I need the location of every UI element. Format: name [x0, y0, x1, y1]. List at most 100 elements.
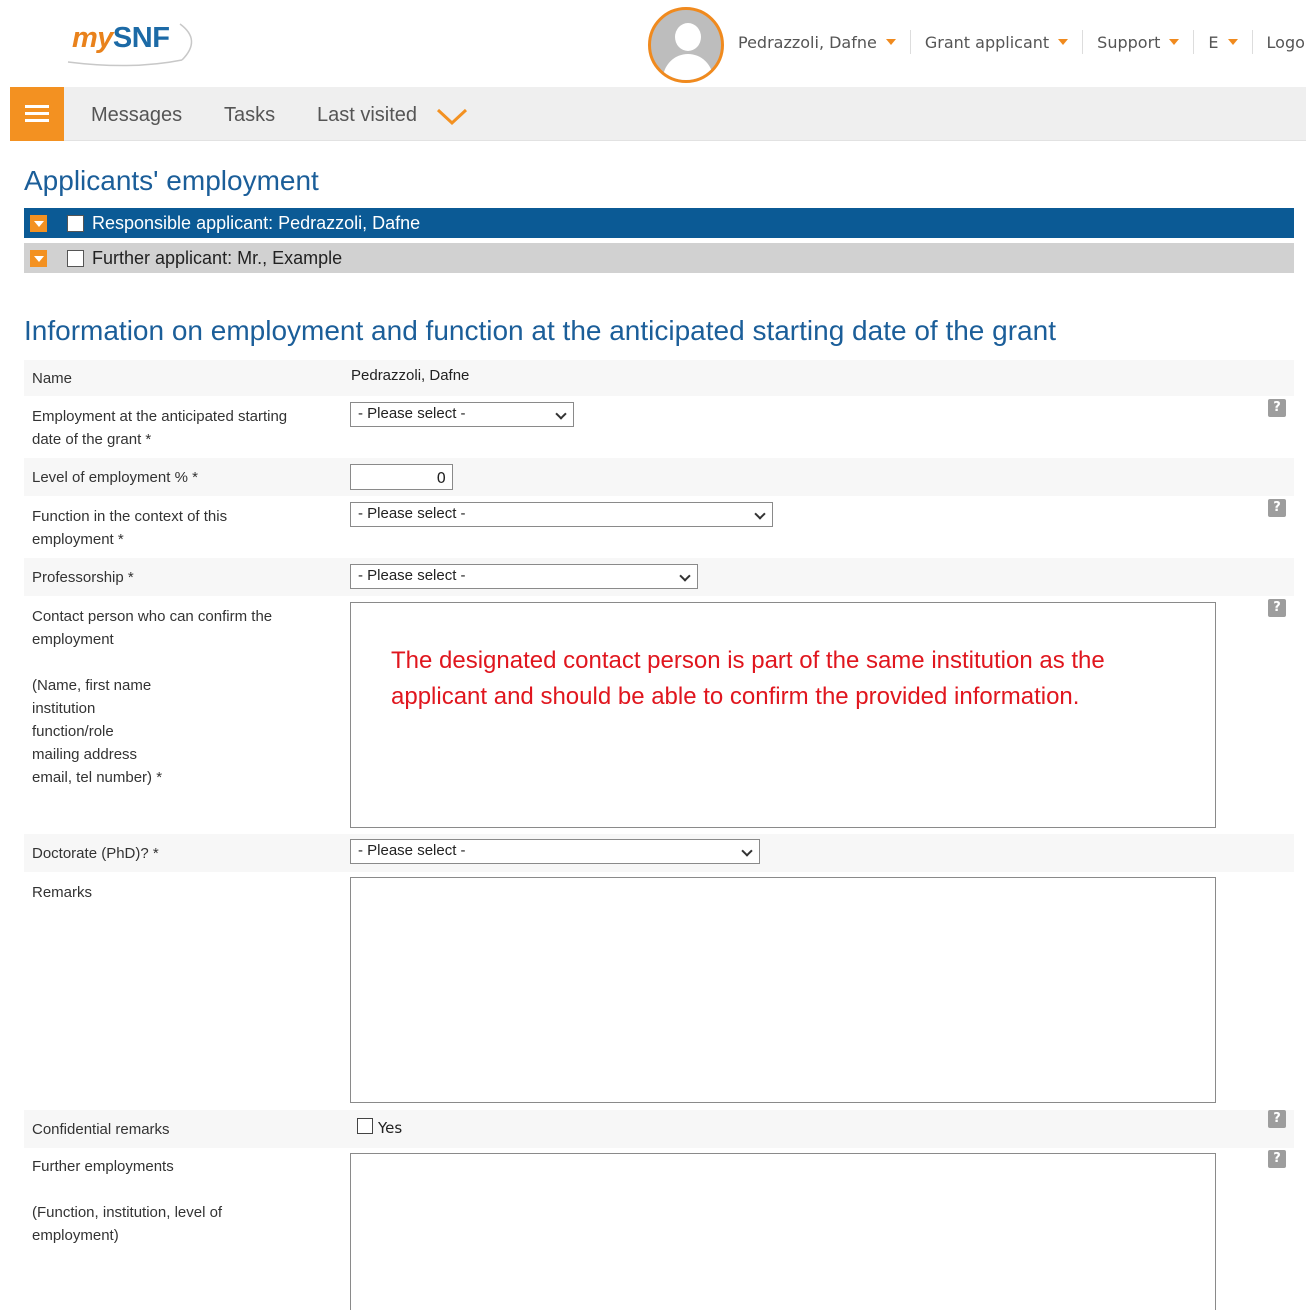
help-icon[interactable]: ?: [1268, 499, 1286, 517]
logo-snf-text: SNF: [112, 22, 170, 54]
messages-link[interactable]: Messages: [91, 104, 182, 127]
chevron-down-icon: [754, 508, 766, 520]
employment-label-line: Employment at the anticipated starting: [32, 408, 288, 425]
professorship-select-value: - Please select -: [358, 567, 466, 584]
confidential-label: Confidential remarks: [32, 1121, 170, 1138]
hamburger-line-icon: [25, 112, 49, 115]
role-menu-label: Grant applicant: [924, 32, 1050, 52]
contact-label: Contact person who can confirm the emplo…: [32, 605, 272, 789]
form-row-confidential: Confidential remarks Yes ?: [24, 1110, 1294, 1148]
top-navigation: Pedrazzoli, Dafne Grant applicant Suppor…: [724, 30, 1306, 54]
function-select[interactable]: - Please select -: [350, 502, 773, 527]
doctorate-select[interactable]: - Please select -: [350, 839, 760, 864]
logo-my-text: my: [72, 22, 113, 54]
doctorate-label: Doctorate (PhD)? *: [32, 845, 159, 862]
caret-down-icon: [1058, 39, 1069, 45]
name-value: Pedrazzoli, Dafne: [351, 367, 470, 384]
avatar-head-icon: [675, 23, 701, 51]
employment-label-line: date of the grant *: [32, 431, 152, 448]
form-row-remarks: Remarks: [24, 873, 1294, 1109]
language-menu[interactable]: E: [1194, 30, 1253, 54]
confidential-option-label[interactable]: Yes: [378, 1119, 402, 1137]
further-employments-label: Further employments (Function, instituti…: [32, 1155, 222, 1247]
function-label-line: employment *: [32, 531, 124, 548]
help-icon[interactable]: ?: [1268, 1110, 1286, 1128]
confidential-checkbox[interactable]: [357, 1118, 373, 1134]
further-employments-textarea[interactable]: [350, 1153, 1216, 1310]
level-input[interactable]: 0: [350, 464, 453, 490]
user-menu-label: Pedrazzoli, Dafne: [738, 32, 877, 52]
form-row-function: Function in the context of this employme…: [24, 497, 1294, 557]
menu-bar: Messages Tasks Last visited: [10, 87, 1306, 141]
level-label: Level of employment % *: [32, 469, 198, 486]
applicant-bar-responsible[interactable]: Responsible applicant: Pedrazzoli, Dafne: [24, 208, 1294, 238]
form-row-employment: Employment at the anticipated starting d…: [24, 397, 1294, 457]
form-row-professorship: Professorship * - Please select -: [24, 558, 1294, 596]
chevron-down-icon: [741, 845, 753, 857]
avatar[interactable]: [648, 7, 724, 83]
employment-select-value: - Please select -: [358, 405, 466, 422]
hamburger-line-icon: [25, 105, 49, 108]
role-menu[interactable]: Grant applicant: [911, 30, 1084, 54]
user-menu[interactable]: Pedrazzoli, Dafne: [724, 30, 911, 54]
applicant-label: Responsible applicant: Pedrazzoli, Dafne: [92, 212, 421, 233]
contact-label-line: (Name, first name: [32, 677, 152, 694]
professorship-label: Professorship *: [32, 569, 134, 586]
chevron-down-icon[interactable]: [436, 108, 468, 126]
contact-label-line: function/role: [32, 723, 114, 740]
applicant-bar-further[interactable]: Further applicant: Mr., Example: [24, 243, 1294, 273]
section-title: Information on employment and function a…: [24, 315, 1056, 346]
caret-down-icon: [885, 39, 896, 45]
mysnf-logo[interactable]: mySNF: [62, 14, 202, 72]
support-menu[interactable]: Support: [1083, 30, 1195, 54]
function-label-line: Function in the context of this: [32, 508, 228, 525]
name-label: Name: [32, 370, 73, 387]
chevron-down-icon: [679, 570, 691, 582]
function-label: Function in the context of this employme…: [32, 505, 227, 551]
form-row-contact: Contact person who can confirm the emplo…: [24, 597, 1294, 833]
employment-label: Employment at the anticipated starting d…: [32, 405, 287, 451]
remarks-textarea[interactable]: [350, 877, 1216, 1103]
chevron-down-icon: [555, 408, 567, 420]
caret-down-icon: [1169, 39, 1180, 45]
logout-label: Logou: [1266, 32, 1306, 52]
contact-label-line: mailing address: [32, 746, 138, 763]
form-row-name: Name Pedrazzoli, Dafne: [24, 360, 1294, 396]
further-label-line: (Function, institution, level of: [32, 1204, 223, 1221]
applicant-checkbox[interactable]: [67, 249, 84, 267]
contact-label-line: employment: [32, 631, 114, 648]
professorship-select[interactable]: - Please select -: [350, 564, 698, 589]
contact-label-line: institution: [32, 700, 96, 717]
further-label-line: Further employments: [32, 1158, 174, 1175]
contact-annotation-note: The designated contact person is part of…: [391, 647, 1105, 710]
applicant-checkbox[interactable]: [67, 214, 84, 232]
avatar-body-icon: [663, 54, 713, 80]
last-visited-link[interactable]: Last visited: [317, 104, 417, 127]
support-menu-label: Support: [1097, 32, 1161, 52]
help-icon[interactable]: ?: [1268, 599, 1286, 617]
page-title: Applicants' employment: [24, 165, 319, 196]
hamburger-line-icon: [25, 119, 49, 122]
contact-label-line: email, tel number) *: [32, 769, 163, 786]
contact-label-line: Contact person who can confirm the: [32, 608, 273, 625]
applicant-label: Further applicant: Mr., Example: [92, 247, 343, 268]
help-icon[interactable]: ?: [1268, 399, 1286, 417]
expand-icon[interactable]: [30, 214, 47, 232]
top-header: mySNF Pedrazzoli, Dafne Grant applicant …: [0, 0, 1306, 86]
doctorate-select-value: - Please select -: [358, 842, 466, 859]
tasks-link[interactable]: Tasks: [224, 104, 275, 127]
caret-down-icon: [1227, 39, 1238, 45]
employment-select[interactable]: - Please select -: [350, 402, 574, 427]
form-row-level: Level of employment % * 0: [24, 458, 1294, 496]
hamburger-menu-button[interactable]: [10, 87, 64, 141]
help-icon[interactable]: ?: [1268, 1150, 1286, 1168]
function-select-value: - Please select -: [358, 505, 466, 522]
expand-icon[interactable]: [30, 249, 47, 267]
further-label-line: employment): [32, 1227, 119, 1244]
form-row-doctorate: Doctorate (PhD)? * - Please select -: [24, 834, 1294, 872]
language-menu-label: E: [1208, 32, 1219, 52]
logout-link[interactable]: Logou: [1253, 30, 1306, 54]
remarks-label: Remarks: [32, 884, 93, 901]
contact-textarea[interactable]: The designated contact person is part of…: [350, 602, 1216, 828]
form-row-further-employments: Further employments (Function, instituti…: [24, 1149, 1294, 1310]
